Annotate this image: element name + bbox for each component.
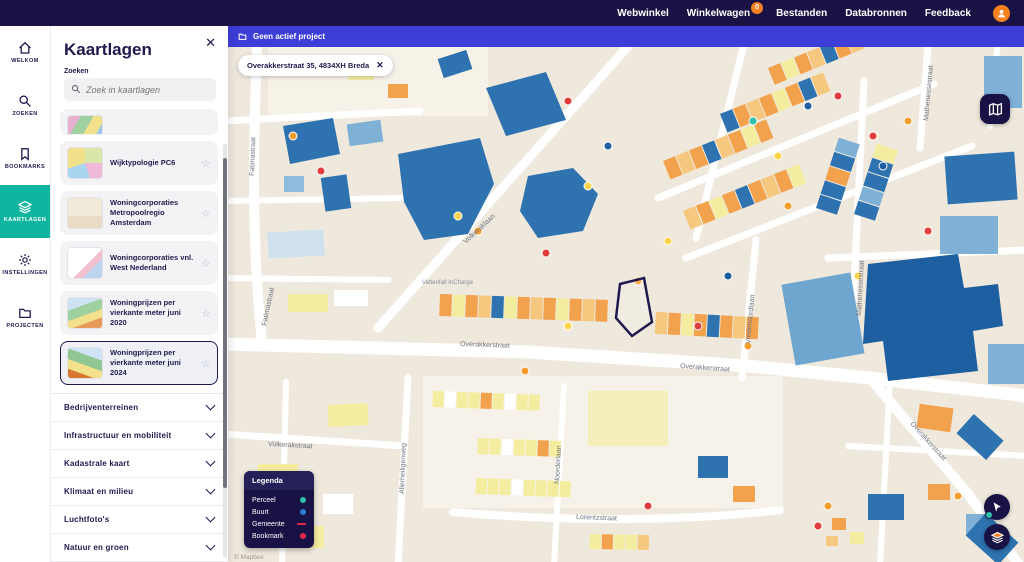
layer-thumbnail — [67, 347, 103, 379]
legend-title: Legenda — [244, 471, 314, 490]
legend-item-perceel: Perceel — [252, 494, 306, 506]
topbar-link-databronnen[interactable]: Databronnen — [845, 8, 907, 19]
user-avatar[interactable] — [993, 4, 1010, 22]
map-legend: Legenda Perceel Buurt Gemeente Bookmark — [244, 471, 314, 548]
basemap-button[interactable] — [980, 94, 1010, 124]
topbar-link-webwinkel[interactable]: Webwinkel — [617, 8, 669, 19]
section-infrastructuur[interactable]: Infrastructuur en mobiliteit — [50, 422, 228, 450]
map-area: Fatimastraat Fatimastraat Volkeraklaan V… — [228, 26, 1024, 562]
legend-item-bookmark: Bookmark — [252, 530, 306, 542]
layer-sections: Bedrijventerreinen Infrastructuur en mob… — [50, 393, 228, 562]
layers-button[interactable] — [984, 524, 1010, 550]
section-kadastrale-kaart[interactable]: Kadastrale kaart — [50, 450, 228, 478]
map-attribution: © Mapbox — [234, 554, 264, 561]
chevron-down-icon — [205, 540, 216, 551]
layers-icon — [18, 200, 32, 214]
layer-card[interactable]: Woningcorporaties vnl. West Nederland ☆ — [60, 241, 218, 285]
svg-text:Fatimastraat: Fatimastraat — [249, 137, 257, 176]
active-project-banner: Geen actief project — [228, 26, 1024, 47]
person-icon — [997, 9, 1006, 17]
chevron-down-icon — [205, 456, 216, 467]
search-icon — [71, 84, 81, 94]
close-icon[interactable]: ✕ — [376, 60, 384, 71]
layer-card-selected[interactable]: Woningprijzen per vierkante meter juni 2… — [60, 341, 218, 385]
topbar-link-feedback[interactable]: Feedback — [925, 8, 971, 19]
cart-badge: 0 — [751, 1, 764, 14]
star-icon[interactable]: ☆ — [201, 257, 211, 270]
tool-status-dot — [985, 511, 993, 519]
section-luchtfotos[interactable]: Luchtfoto's — [50, 506, 228, 534]
layer-label: Woningcorporaties Metropoolregio Amsterd… — [110, 197, 179, 228]
layer-label: Wijktypologie PC6 — [110, 157, 176, 167]
app-window: Webwinkel Winkelwagen 0 Bestanden Databr… — [0, 0, 1024, 562]
layer-thumbnail — [67, 297, 103, 329]
layer-label: Woningprijzen per vierkante meter juni 2… — [110, 347, 181, 378]
layers-search-input[interactable] — [64, 78, 216, 101]
icon-rail: WELKOM ZOEKEN BOOKMARKS KAARTLAGEN INSTE… — [0, 26, 51, 562]
svg-text:Vattenfall InCharge: Vattenfall InCharge — [422, 280, 474, 286]
select-tool-button[interactable] — [984, 494, 1010, 520]
kaartlagen-panel: ✕ Kaartlagen Zoeken Wijktypologie PC6 ☆ … — [50, 26, 228, 562]
scrollbar-thumb[interactable] — [223, 158, 227, 488]
layer-label: Woningprijzen per vierkante meter juni 2… — [110, 297, 181, 328]
map-canvas[interactable]: Fatimastraat Fatimastraat Volkeraklaan V… — [228, 26, 1024, 562]
chevron-down-icon — [205, 484, 216, 495]
star-icon[interactable]: ☆ — [201, 207, 211, 220]
gear-icon — [19, 254, 31, 266]
map-icon — [988, 102, 1002, 116]
layer-card-cropped[interactable] — [60, 109, 218, 135]
layer-card[interactable]: Woningcorporaties Metropoolregio Amsterd… — [60, 191, 218, 235]
address-chip[interactable]: Overakkerstraat 35, 4834XH Breda ✕ — [238, 55, 393, 76]
buurt-swatch — [300, 509, 306, 515]
layer-thumbnail — [67, 115, 103, 134]
rail-item-welkom[interactable]: WELKOM — [0, 26, 50, 79]
chevron-down-icon — [205, 400, 216, 411]
svg-text:Lorentzstraat: Lorentzstraat — [576, 514, 617, 522]
bookmark-icon — [21, 148, 29, 161]
rail-item-instellingen[interactable]: INSTELLINGEN — [0, 238, 50, 291]
perceel-swatch — [300, 497, 306, 503]
layer-card[interactable]: Woningprijzen per vierkante meter juni 2… — [60, 291, 218, 335]
sidebar-scrollbar[interactable] — [223, 144, 227, 558]
section-natuur-en-groen[interactable]: Natuur en groen — [50, 534, 228, 562]
star-icon[interactable]: ☆ — [201, 157, 211, 170]
chevron-down-icon — [205, 428, 216, 439]
rail-item-kaartlagen[interactable]: KAARTLAGEN — [0, 185, 50, 238]
folder-icon — [238, 33, 247, 40]
topbar: Webwinkel Winkelwagen 0 Bestanden Databr… — [0, 0, 1024, 26]
layer-thumbnail — [67, 247, 103, 279]
star-icon[interactable]: ☆ — [201, 357, 211, 370]
cursor-icon — [993, 502, 1001, 512]
section-klimaat-en-milieu[interactable]: Klimaat en milieu — [50, 478, 228, 506]
section-bedrijventerreinen[interactable]: Bedrijventerreinen — [50, 394, 228, 422]
home-icon — [19, 41, 31, 54]
layer-list: Wijktypologie PC6 ☆ Woningcorporaties Me… — [50, 109, 228, 391]
rail-item-projecten[interactable]: PROJECTEN — [0, 291, 50, 344]
close-icon[interactable]: ✕ — [203, 34, 218, 51]
legend-item-buurt: Buurt — [252, 506, 306, 518]
topbar-link-winkelwagen[interactable]: Winkelwagen 0 — [687, 1, 764, 19]
layer-label: Woningcorporaties vnl. West Nederland — [110, 252, 194, 272]
layers-icon — [990, 531, 1004, 543]
search-icon — [19, 95, 31, 107]
layer-card[interactable]: Wijktypologie PC6 ☆ — [60, 141, 218, 185]
rail-item-bookmarks[interactable]: BOOKMARKS — [0, 132, 50, 185]
star-icon[interactable]: ☆ — [201, 307, 211, 320]
topbar-link-bestanden[interactable]: Bestanden — [776, 8, 827, 19]
gemeente-swatch — [297, 522, 306, 526]
search-label: Zoeken — [64, 68, 89, 75]
folder-icon — [19, 308, 31, 319]
bookmark-swatch — [300, 533, 306, 539]
chevron-down-icon — [205, 512, 216, 523]
legend-item-gemeente: Gemeente — [252, 518, 306, 530]
layer-thumbnail — [67, 197, 103, 229]
rail-item-zoeken[interactable]: ZOEKEN — [0, 79, 50, 132]
layer-thumbnail — [67, 147, 103, 179]
